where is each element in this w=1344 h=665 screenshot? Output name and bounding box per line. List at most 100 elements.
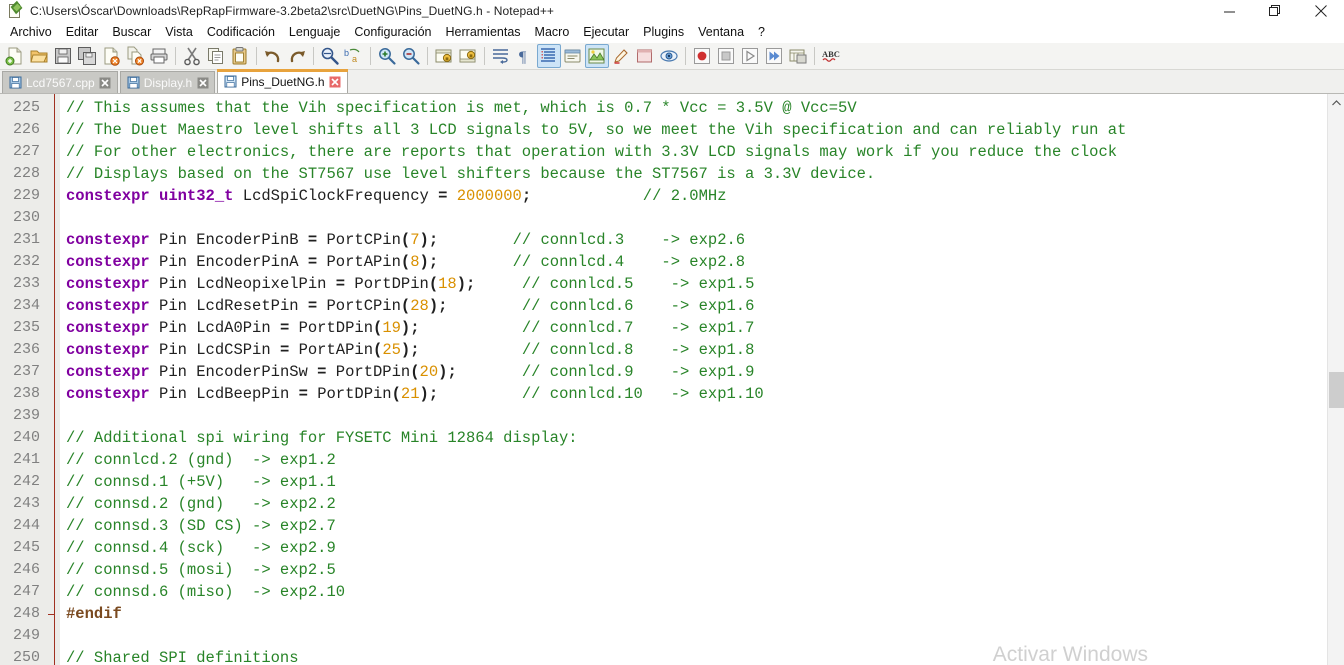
tab-pins-duetng-h[interactable]: Pins_DuetNG.h — [217, 69, 348, 93]
run-macro-multiple-icon[interactable] — [762, 44, 786, 68]
minimize-button[interactable] — [1206, 0, 1252, 22]
record-macro-icon[interactable] — [690, 44, 714, 68]
fold-margin-row[interactable] — [46, 383, 60, 405]
highlight-pen-icon[interactable] — [609, 44, 633, 68]
cut-icon[interactable] — [180, 44, 204, 68]
maximize-button[interactable] — [1252, 0, 1298, 22]
fold-margin-row[interactable] — [46, 603, 60, 625]
token-id: PortAPin — [298, 341, 373, 359]
menu-item-ejecutar[interactable]: Ejecutar — [576, 23, 636, 42]
code-text-area[interactable]: // This assumes that the Vih specificati… — [60, 94, 1344, 665]
fold-margin-row[interactable] — [46, 317, 60, 339]
fold-margin-row[interactable] — [46, 515, 60, 537]
redo-icon[interactable] — [285, 44, 309, 68]
fold-margin-row[interactable] — [46, 273, 60, 295]
title-bar: C:\Users\Óscar\Downloads\RepRapFirmware-… — [0, 0, 1344, 22]
tab-display-h[interactable]: Display.h — [119, 71, 216, 93]
replace-icon[interactable]: ba — [342, 44, 366, 68]
editor-area[interactable]: 225 226 227 228 229 230 231 232 233 234 235 236 237 2… — [0, 94, 1344, 665]
fold-margin-row[interactable] — [46, 163, 60, 185]
save-icon[interactable] — [51, 44, 75, 68]
show-indent-guide-icon[interactable] — [537, 44, 561, 68]
menu-item-lenguaje[interactable]: Lenguaje — [282, 23, 347, 42]
save-all-icon[interactable] — [75, 44, 99, 68]
show-whitespace-icon[interactable] — [585, 44, 609, 68]
menu-item-macro[interactable]: Macro — [528, 23, 577, 42]
stop-macro-icon[interactable] — [714, 44, 738, 68]
code-line: // connsd.3 (SD CS) -> exp2.7 — [66, 515, 1344, 537]
fold-margin-row[interactable] — [46, 97, 60, 119]
fold-margin[interactable] — [46, 94, 60, 665]
close-file-icon[interactable] — [99, 44, 123, 68]
fold-margin-row[interactable] — [46, 251, 60, 273]
close-tab-icon[interactable] — [196, 76, 209, 89]
open-file-icon[interactable] — [27, 44, 51, 68]
fold-margin-row[interactable] — [46, 119, 60, 141]
fold-margin-row[interactable] — [46, 405, 60, 427]
menu-item-buscar[interactable]: Buscar — [105, 23, 158, 42]
show-all-characters-icon[interactable]: ¶ — [513, 44, 537, 68]
fold-margin-row[interactable] — [46, 559, 60, 581]
vertical-scrollbar-thumb[interactable] — [1329, 372, 1344, 408]
fold-end-marker[interactable] — [48, 614, 55, 615]
fold-margin-row[interactable] — [46, 229, 60, 251]
close-tab-icon[interactable] — [329, 75, 342, 88]
fold-margin-row[interactable] — [46, 141, 60, 163]
menu-item-herramientas[interactable]: Herramientas — [439, 23, 528, 42]
close-button[interactable] — [1298, 0, 1344, 22]
fold-margin-row[interactable] — [46, 647, 60, 665]
close-all-files-icon[interactable] — [123, 44, 147, 68]
fold-margin-row[interactable] — [46, 207, 60, 229]
menu-item-configuraci-n[interactable]: Configuración — [347, 23, 438, 42]
menu-item-archivo[interactable]: Archivo — [3, 23, 59, 42]
sync-vertical-scroll-icon[interactable] — [432, 44, 456, 68]
fold-margin-row[interactable] — [46, 537, 60, 559]
fold-margin-row[interactable] — [46, 361, 60, 383]
fold-margin-row[interactable] — [46, 449, 60, 471]
fold-margin-row[interactable] — [46, 471, 60, 493]
menu-item-vista[interactable]: Vista — [158, 23, 200, 42]
function-list-icon[interactable] — [657, 44, 681, 68]
close-tab-icon[interactable] — [99, 76, 112, 89]
zoom-in-icon[interactable] — [375, 44, 399, 68]
paste-icon[interactable] — [228, 44, 252, 68]
fold-margin-row[interactable] — [46, 295, 60, 317]
token-comment: // Additional spi wiring for FYSETC Mini… — [66, 429, 578, 447]
undo-icon[interactable] — [261, 44, 285, 68]
document-map-icon[interactable] — [633, 44, 657, 68]
menu-item-[interactable]: ? — [751, 23, 772, 42]
copy-icon[interactable] — [204, 44, 228, 68]
find-icon[interactable] — [318, 44, 342, 68]
fold-margin-row[interactable] — [46, 581, 60, 603]
fold-margin-row[interactable] — [46, 493, 60, 515]
fold-margin-row[interactable] — [46, 185, 60, 207]
token-comment: // connsd.3 (SD CS) -> exp2.7 — [66, 517, 336, 535]
word-wrap-icon[interactable] — [489, 44, 513, 68]
token-id: Pin LcdCSPin — [159, 341, 280, 359]
fold-margin-row[interactable] — [46, 339, 60, 361]
menu-item-plugins[interactable]: Plugins — [636, 23, 691, 42]
line-number: 242 — [12, 473, 40, 490]
zoom-out-icon[interactable] — [399, 44, 423, 68]
vertical-scrollbar[interactable] — [1327, 94, 1344, 665]
token-id: Pin EncoderPinSw — [159, 363, 318, 381]
sync-horizontal-scroll-icon[interactable] — [456, 44, 480, 68]
play-macro-icon[interactable] — [738, 44, 762, 68]
tab-lcd7567-cpp[interactable]: Lcd7567.cpp — [2, 71, 118, 93]
fold-margin-row[interactable] — [46, 625, 60, 647]
menu-item-codificaci-n[interactable]: Codificación — [200, 23, 282, 42]
menu-item-ventana[interactable]: Ventana — [691, 23, 751, 42]
scroll-up-arrow-icon[interactable] — [1328, 94, 1344, 111]
menu-item-editar[interactable]: Editar — [59, 23, 106, 42]
print-icon[interactable] — [147, 44, 171, 68]
spell-check-icon[interactable]: ABC — [819, 44, 843, 68]
token-kw: constexpr — [66, 275, 150, 293]
save-macro-icon[interactable] — [786, 44, 810, 68]
new-file-icon[interactable] — [3, 44, 27, 68]
user-defined-dialog-icon[interactable] — [561, 44, 585, 68]
fold-margin-row[interactable] — [46, 427, 60, 449]
